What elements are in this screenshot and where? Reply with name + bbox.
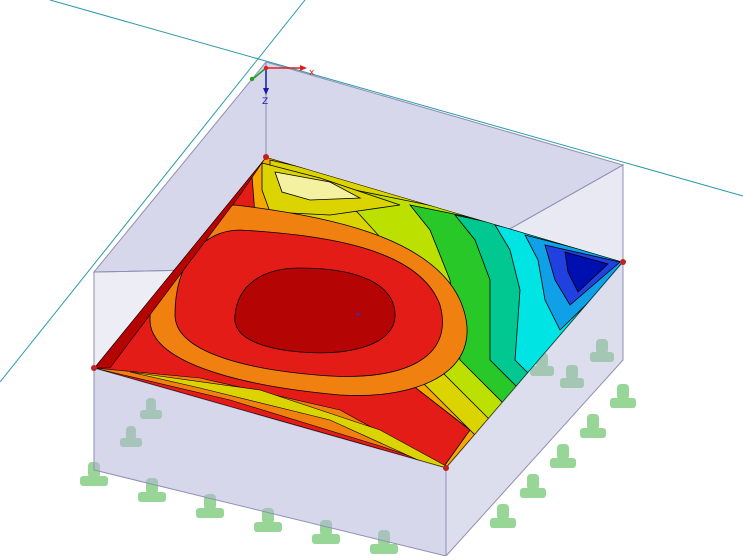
contour-band bbox=[234, 267, 396, 354]
node-marker bbox=[443, 465, 449, 471]
support-symbol bbox=[580, 414, 606, 438]
axis-origin bbox=[263, 65, 269, 71]
model-3d-viewport[interactable]: x Z bbox=[0, 0, 743, 558]
node-marker bbox=[620, 259, 626, 265]
node-marker bbox=[356, 312, 360, 316]
support-symbol bbox=[610, 384, 636, 408]
support-symbol bbox=[550, 444, 576, 468]
support-symbol bbox=[520, 474, 546, 498]
node-marker bbox=[91, 365, 97, 371]
axis-x-label: x bbox=[309, 68, 315, 78]
node-marker bbox=[263, 154, 269, 160]
support-symbol bbox=[490, 504, 516, 528]
axis-z-label: Z bbox=[262, 97, 268, 107]
